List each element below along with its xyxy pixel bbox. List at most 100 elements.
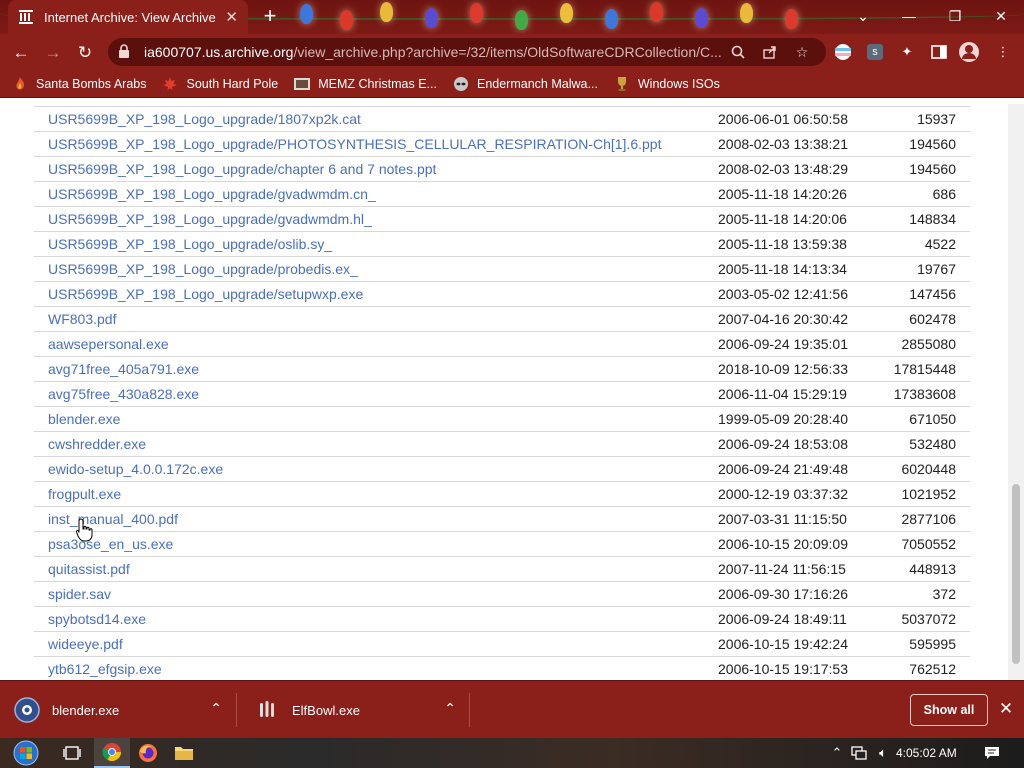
archive-file-table: USR5699B_XP_198_Logo_upgrade/1807xp2k.ca… xyxy=(34,106,970,680)
file-name-cell: aawsepersonal.exe xyxy=(34,331,718,357)
download-filename: blender.exe xyxy=(52,702,120,718)
download-item-elfbowl[interactable]: ElfBowl.exe ⌃ xyxy=(254,681,468,739)
table-row: blender.exe 1999-05-09 20:28:40 671050 xyxy=(34,406,970,432)
file-date: 2006-09-24 19:35:01 xyxy=(718,331,868,357)
file-link[interactable]: quitassist.pdf xyxy=(48,561,130,577)
file-date: 2006-10-15 20:09:09 xyxy=(718,531,868,557)
restore-button[interactable]: ❐ xyxy=(932,0,978,32)
extension-flag-icon[interactable] xyxy=(832,41,854,63)
menu-kebab-icon[interactable]: ⋮ xyxy=(992,41,1014,63)
reload-button[interactable]: ↻ xyxy=(72,40,98,66)
table-row: ytb612_efgsip.exe 2006-10-15 19:17:53 7625… xyxy=(34,656,970,680)
volume-icon[interactable]: 🔈︎ xyxy=(872,738,894,768)
table-row: USR5699B_XP_198_Logo_upgrade/PHOTOSYNTHE… xyxy=(34,131,970,157)
table-row: aawsepersonal.exe 2006-09-24 19:35:01 2855… xyxy=(34,331,970,357)
file-name-cell: USR5699B_XP_198_Logo_upgrade/gvadwmdm.cn… xyxy=(34,181,718,207)
forward-button[interactable]: → xyxy=(40,40,66,66)
file-link[interactable]: avg75free_430a828.exe xyxy=(48,386,199,402)
file-link[interactable]: USR5699B_XP_198_Logo_upgrade/1807xp2k.ca… xyxy=(48,111,361,127)
new-tab-button[interactable]: + xyxy=(258,5,282,29)
file-name-cell: psa3ose_en_us.exe xyxy=(34,531,718,557)
file-size: 19767 xyxy=(868,256,970,282)
file-link[interactable]: ytb612_efgsip.exe xyxy=(48,661,162,677)
bookmark-memz-christmas[interactable]: MEMZ Christmas E... xyxy=(294,76,437,92)
file-link[interactable]: WF803.pdf xyxy=(48,311,116,327)
extension-s-icon[interactable]: s xyxy=(864,41,886,63)
file-link[interactable]: wideeye.pdf xyxy=(48,636,123,652)
file-link[interactable]: cwshredder.exe xyxy=(48,436,146,452)
chevron-up-icon[interactable]: ⌃ xyxy=(210,700,222,717)
file-link[interactable]: spybotsd14.exe xyxy=(48,611,146,627)
network-icon[interactable] xyxy=(848,738,870,768)
taskbar-clock[interactable]: 4:05:02 AM xyxy=(896,738,957,768)
download-shelf: blender.exe ⌃ ElfBowl.exe ⌃ Show all ✕ xyxy=(0,680,1024,738)
file-name-cell: wideeye.pdf xyxy=(34,631,718,657)
search-icon[interactable] xyxy=(724,38,752,66)
scrollbar-thumb[interactable] xyxy=(1012,484,1020,664)
bookmark-south-hard-pole[interactable]: South Hard Pole xyxy=(162,76,278,92)
bookmark-santa-bombs-arabs[interactable]: Santa Bombs Arabs xyxy=(12,76,146,92)
table-row: wideeye.pdf 2006-10-15 19:42:24 595995 xyxy=(34,631,970,657)
download-item-blender[interactable]: blender.exe ⌃ xyxy=(14,681,234,739)
task-view-icon[interactable] xyxy=(54,738,90,768)
tray-chevron-up-icon[interactable]: ⌃ xyxy=(826,738,848,768)
file-size: 2877106 xyxy=(868,506,970,532)
file-size: 194560 xyxy=(868,131,970,157)
file-link[interactable]: spider.sav xyxy=(48,586,111,602)
file-link[interactable]: USR5699B_XP_198_Logo_upgrade/chapter 6 a… xyxy=(48,161,436,177)
browser-toolbar: ← → ↻ ia600707.us.archive.org/view_archi… xyxy=(0,34,1024,70)
back-button[interactable]: ← xyxy=(8,40,34,66)
file-link[interactable]: frogpult.exe xyxy=(48,486,121,502)
file-link[interactable]: inst_manual_400.pdf xyxy=(48,511,178,527)
file-link[interactable]: psa3ose_en_us.exe xyxy=(48,536,173,552)
firefox-taskbar-icon[interactable] xyxy=(130,738,166,768)
start-button[interactable] xyxy=(6,738,46,768)
file-date: 2006-09-30 17:16:26 xyxy=(718,581,868,607)
title-bar: Internet Archive: View Archive ✕ + ⌄ — ❐… xyxy=(0,0,1024,34)
chrome-taskbar-icon[interactable] xyxy=(94,738,130,768)
file-link[interactable]: USR5699B_XP_198_Logo_upgrade/gvadwmdm.cn… xyxy=(48,186,376,202)
tab-internet-archive[interactable]: Internet Archive: View Archive ✕ xyxy=(8,0,248,34)
file-date: 2006-09-24 21:49:48 xyxy=(718,456,868,482)
table-row: USR5699B_XP_198_Logo_upgrade/gvadwmdm.cn… xyxy=(34,181,970,207)
file-link[interactable]: USR5699B_XP_198_Logo_upgrade/setupwxp.ex… xyxy=(48,286,363,302)
page-scrollbar[interactable] xyxy=(1008,104,1024,680)
file-name-cell: quitassist.pdf xyxy=(34,556,718,582)
file-link[interactable]: ewido-setup_4.0.0.172c.exe xyxy=(48,461,223,477)
show-all-downloads-button[interactable]: Show all xyxy=(910,694,988,726)
tab-search-chevron-down-icon[interactable]: ⌄ xyxy=(840,0,886,32)
file-name-cell: USR5699B_XP_198_Logo_upgrade/oslib.sy_ xyxy=(34,231,718,257)
file-link[interactable]: avg71free_405a791.exe xyxy=(48,361,199,377)
address-bar[interactable]: ia600707.us.archive.org/view_archive.php… xyxy=(108,38,826,66)
tab-close-icon[interactable]: ✕ xyxy=(225,8,238,26)
chevron-up-icon[interactable]: ⌃ xyxy=(444,700,456,717)
file-size: 6020448 xyxy=(868,456,970,482)
profile-avatar-icon[interactable] xyxy=(958,41,980,63)
file-link[interactable]: USR5699B_XP_198_Logo_upgrade/oslib.sy_ xyxy=(48,236,332,252)
file-link[interactable]: blender.exe xyxy=(48,411,120,427)
side-panel-icon[interactable] xyxy=(928,41,950,63)
table-row: quitassist.pdf 2007-11-24 11:56:15 448913 xyxy=(34,556,970,582)
minimize-button[interactable]: — xyxy=(886,0,932,32)
file-name-cell: ytb612_efgsip.exe xyxy=(34,656,718,680)
file-link[interactable]: USR5699B_XP_198_Logo_upgrade/PHOTOSYNTHE… xyxy=(48,136,661,152)
light-bulb xyxy=(740,3,753,23)
file-explorer-icon[interactable] xyxy=(166,738,202,768)
share-icon[interactable] xyxy=(756,38,784,66)
extensions-puzzle-icon[interactable]: ✦ xyxy=(896,41,918,63)
close-window-button[interactable]: ✕ xyxy=(978,0,1024,32)
bookmark-endermanch-malware[interactable]: Endermanch Malwa... xyxy=(453,76,598,92)
table-row: WF803.pdf 2007-04-16 20:30:42 602478 xyxy=(34,306,970,332)
file-link[interactable]: USR5699B_XP_198_Logo_upgrade/gvadwmdm.hl… xyxy=(48,211,372,227)
file-name-cell: USR5699B_XP_198_Logo_upgrade/PHOTOSYNTHE… xyxy=(34,131,718,157)
close-shelf-icon[interactable]: ✕ xyxy=(996,699,1016,719)
file-link[interactable]: aawsepersonal.exe xyxy=(48,336,169,352)
file-size: 147456 xyxy=(868,281,970,307)
bookmark-windows-isos[interactable]: Windows ISOs xyxy=(614,76,720,92)
file-link[interactable]: USR5699B_XP_198_Logo_upgrade/probedis.ex… xyxy=(48,261,358,277)
notifications-icon[interactable] xyxy=(980,738,1004,768)
bookmark-star-icon[interactable]: ☆ xyxy=(788,38,816,66)
file-size: 686 xyxy=(868,181,970,207)
file-date: 2005-11-18 13:59:38 xyxy=(718,231,868,257)
file-name-cell: USR5699B_XP_198_Logo_upgrade/gvadwmdm.hl… xyxy=(34,206,718,232)
